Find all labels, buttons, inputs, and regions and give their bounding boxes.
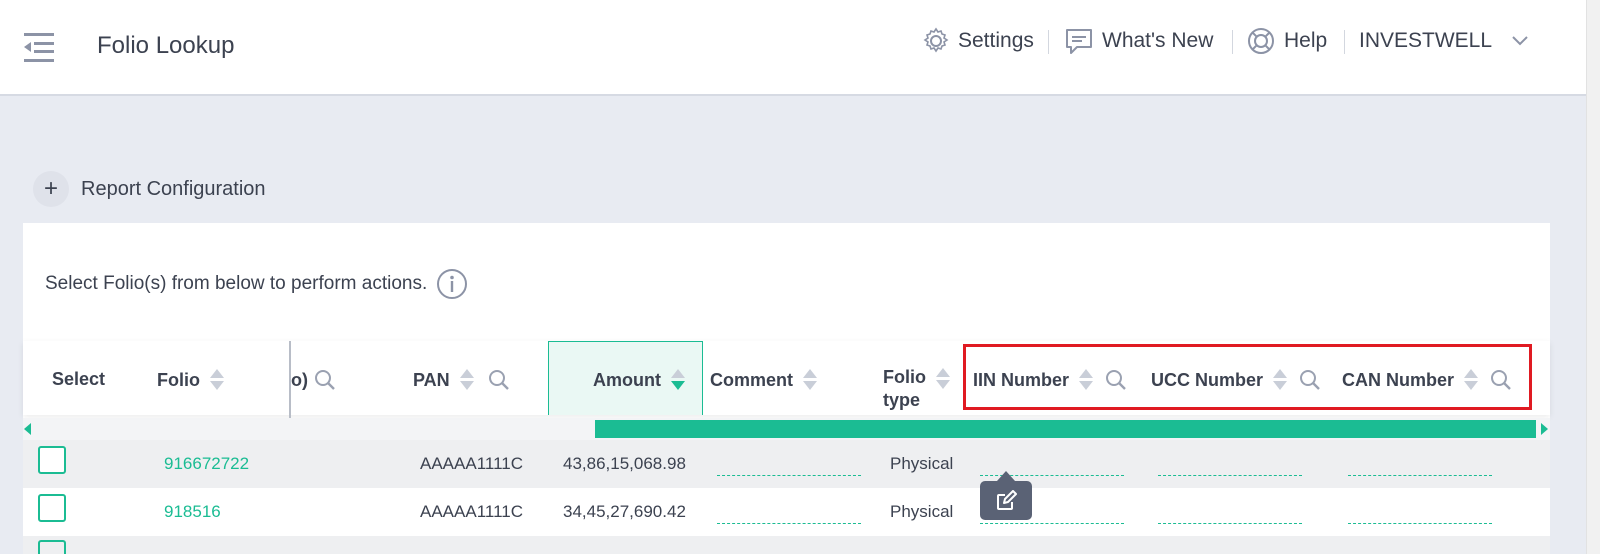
can-number-field[interactable] (1348, 523, 1492, 524)
whats-new-link[interactable]: What's New (1064, 24, 1213, 58)
folio-link[interactable]: 916672722 (164, 454, 249, 474)
sort-icon[interactable] (210, 369, 224, 391)
column-header-comment[interactable]: Comment (710, 369, 818, 391)
page-scrollbar[interactable] (1586, 0, 1600, 554)
nav-divider (1232, 30, 1233, 54)
settings-link[interactable]: Settings (922, 24, 1034, 58)
column-folio-type-line1: Folio (883, 367, 926, 387)
scroll-right-arrow-icon[interactable] (1541, 423, 1548, 435)
nav-divider (1048, 30, 1049, 54)
info-icon[interactable] (436, 268, 468, 300)
column-select-label: Select (52, 369, 106, 389)
can-number-field[interactable] (1348, 475, 1492, 476)
whats-new-label: What's New (1102, 29, 1214, 52)
tooltip-caret (997, 471, 1015, 481)
report-configuration-label: Report Configuration (81, 177, 266, 200)
selection-hint: Select Folio(s) from below to perform ac… (45, 268, 468, 300)
column-folio-type-line2: type (883, 390, 921, 410)
folio-link[interactable]: 918516 (164, 502, 221, 522)
row-checkbox[interactable] (38, 494, 66, 522)
nav-divider (1344, 30, 1345, 54)
ucc-number-field[interactable] (1158, 475, 1302, 476)
help-label: Help (1284, 29, 1328, 52)
selection-hint-text: Select Folio(s) from below to perform ac… (45, 273, 428, 294)
column-header-folio[interactable]: Folio (157, 369, 224, 391)
sort-icon[interactable] (459, 369, 474, 391)
help-link[interactable]: Help (1246, 24, 1327, 58)
settings-label: Settings (958, 29, 1034, 52)
gear-icon (923, 27, 949, 53)
report-configuration-toggle[interactable]: + Report Configuration (33, 171, 266, 207)
plus-icon: + (33, 171, 69, 207)
column-pan-label: PAN (413, 369, 450, 390)
folio-type-cell: Physical (890, 454, 954, 473)
amount-cell: 43,86,15,068.98 (563, 454, 686, 473)
column-header-pan[interactable]: PAN (413, 369, 510, 391)
folio-type-cell: Physical (890, 502, 954, 521)
comment-field[interactable] (717, 475, 861, 476)
table-row: 916672722 AAAAA1111C 43,86,15,068.98 Phy… (23, 440, 1550, 488)
sort-icon[interactable] (803, 369, 818, 391)
ucc-number-field[interactable] (1158, 523, 1302, 524)
scroll-left-arrow-icon[interactable] (24, 423, 31, 435)
horizontal-scrollbar-thumb[interactable] (595, 420, 1536, 438)
column-partial-label: o) (291, 369, 308, 390)
column-header-amount[interactable]: Amount (593, 369, 685, 391)
row-checkbox[interactable] (38, 446, 66, 474)
column-amount-label: Amount (593, 369, 661, 390)
table-row (23, 536, 1550, 554)
highlighted-columns-outline (963, 344, 1532, 410)
sort-icon[interactable] (936, 368, 950, 390)
column-comment-label: Comment (710, 369, 794, 390)
row-checkbox[interactable] (38, 540, 66, 554)
user-name: INVESTWELL (1359, 29, 1493, 52)
comment-field[interactable] (717, 523, 861, 524)
pan-cell: AAAAA1111C (420, 502, 524, 521)
edit-button[interactable] (980, 481, 1032, 520)
amount-cell: 34,45,27,690.42 (563, 502, 686, 521)
column-header-folio-type[interactable]: Folio type (883, 366, 950, 412)
sort-desc-icon[interactable] (670, 369, 685, 391)
iin-number-field[interactable] (980, 523, 1124, 524)
column-folio-type-label: Folio type (883, 366, 926, 412)
user-menu[interactable]: INVESTWELL (1359, 24, 1536, 58)
lifebuoy-icon (1248, 28, 1274, 54)
chat-icon (1066, 29, 1092, 54)
table-row: 918516 AAAAA1111C 34,45,27,690.42 Physic… (23, 488, 1550, 536)
edit-icon (997, 489, 1017, 510)
search-icon[interactable] (488, 369, 510, 391)
pan-cell: AAAAA1111C (420, 454, 524, 473)
search-icon[interactable] (314, 369, 336, 391)
page-title: Folio Lookup (97, 32, 235, 59)
menu-collapse-icon[interactable] (22, 30, 56, 64)
chevron-down-icon (1512, 36, 1528, 46)
column-header-partial[interactable]: o) (291, 369, 336, 391)
top-header: Folio Lookup Settings What's New Help IN… (0, 0, 1586, 96)
column-header-select: Select (52, 369, 105, 390)
column-folio-label: Folio (157, 369, 200, 390)
